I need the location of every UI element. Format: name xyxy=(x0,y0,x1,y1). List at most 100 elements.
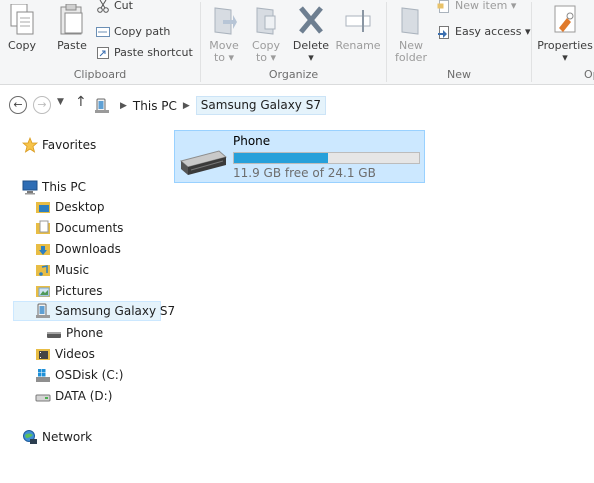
move-to-chevron-icon: ▾ xyxy=(225,51,235,64)
copy-icon xyxy=(10,4,34,35)
star-icon xyxy=(21,136,39,153)
move-to-label-2: to xyxy=(213,51,225,64)
nav-label: Documents xyxy=(55,221,124,235)
copy-label: Copy xyxy=(8,39,36,52)
desktop-folder-icon xyxy=(35,199,51,215)
nav-item-osdisk[interactable]: OSDisk (C:) xyxy=(35,365,123,385)
device-icon xyxy=(35,303,51,319)
up-arrow-icon: ↑ xyxy=(75,94,87,110)
forward-button[interactable]: → xyxy=(33,96,51,114)
breadcrumb: ▶ This PC ▶ Samsung Galaxy S7 xyxy=(114,96,326,115)
address-bar-row: ← → ▼ ↑ ▶ This PC ▶ Samsung Galaxy S7 xyxy=(0,91,594,119)
properties-button[interactable]: Properties ▾ xyxy=(536,4,594,64)
paste-shortcut-label: Paste shortcut xyxy=(114,46,193,59)
easy-access-icon xyxy=(438,26,449,39)
move-to-button[interactable]: Move to ▾ xyxy=(205,4,243,64)
rename-label: Rename xyxy=(335,39,381,52)
nav-item-samsung-galaxy-s7[interactable]: Samsung Galaxy S7 xyxy=(13,301,175,321)
new-folder-label-2: folder xyxy=(395,51,427,64)
hard-drive-icon xyxy=(35,388,51,404)
back-arrow-icon: ← xyxy=(13,98,23,111)
network-icon xyxy=(22,429,38,445)
nav-item-network[interactable]: Network xyxy=(22,427,92,447)
new-item-icon xyxy=(437,0,449,13)
paste-shortcut-icon xyxy=(97,47,109,59)
easy-access-chevron-icon: ▾ xyxy=(521,25,531,38)
drive-usage-fill xyxy=(234,153,328,163)
device-breadcrumb-icon xyxy=(95,98,109,113)
new-folder-icon xyxy=(401,7,419,35)
nav-label: This PC xyxy=(42,180,86,194)
delete-chevron-icon: ▾ xyxy=(308,51,314,64)
nav-label: Music xyxy=(55,263,90,277)
new-item-chevron-icon: ▾ xyxy=(507,0,517,12)
documents-folder-icon xyxy=(35,220,51,236)
nav-item-data[interactable]: DATA (D:) xyxy=(35,386,112,406)
drive-name: Phone xyxy=(233,134,271,148)
new-item-label: New item xyxy=(455,0,508,12)
paste-label: Paste xyxy=(57,39,87,52)
paste-shortcut-button[interactable]: Paste shortcut xyxy=(96,44,193,62)
nav-item-phone[interactable]: Phone xyxy=(46,323,103,343)
nav-label: Videos xyxy=(55,347,95,361)
new-group: New folder New item ▾ Easy access ▾ New xyxy=(387,0,531,84)
clipboard-group-label: Clipboard xyxy=(73,68,127,81)
cut-button[interactable]: Cut xyxy=(96,0,133,15)
copy-path-button[interactable]: Copy path xyxy=(96,23,170,41)
nav-item-videos[interactable]: Videos xyxy=(35,344,95,364)
pictures-folder-icon xyxy=(35,283,51,299)
delete-x-icon xyxy=(299,6,323,34)
nav-item-desktop[interactable]: Desktop xyxy=(35,197,105,217)
nav-label: OSDisk (C:) xyxy=(55,368,124,382)
breadcrumb-separator-icon[interactable]: ▶ xyxy=(120,101,127,111)
organize-group-label: Organize xyxy=(268,68,319,81)
open-group-label: Op xyxy=(584,68,594,81)
open-group: Properties ▾ Op xyxy=(532,0,594,84)
nav-item-documents[interactable]: Documents xyxy=(35,218,123,238)
recent-locations-chevron-icon[interactable]: ▼ xyxy=(57,97,64,107)
copy-button[interactable]: Copy xyxy=(4,4,40,52)
nav-item-this-pc[interactable]: This PC xyxy=(22,177,86,197)
new-folder-button[interactable]: New folder xyxy=(391,4,431,64)
drive-usage-bar xyxy=(233,152,420,164)
nav-label: Samsung Galaxy S7 xyxy=(55,304,176,318)
music-folder-icon xyxy=(35,262,51,278)
breadcrumb-separator-icon[interactable]: ▶ xyxy=(183,101,190,111)
move-to-icon xyxy=(214,7,237,35)
nav-item-favorites[interactable]: Favorites xyxy=(21,135,96,155)
breadcrumb-samsung-galaxy-s7[interactable]: Samsung Galaxy S7 xyxy=(195,96,326,115)
drive-tile-phone[interactable]: Phone 11.9 GB free of 24.1 GB xyxy=(174,130,425,183)
cut-icon xyxy=(97,0,109,13)
nav-label: Network xyxy=(42,430,93,444)
easy-access-label: Easy access xyxy=(455,25,522,38)
drive-icon xyxy=(46,325,62,341)
back-button[interactable]: ← xyxy=(9,96,27,114)
copy-to-chevron-icon: ▾ xyxy=(267,51,277,64)
copy-path-icon xyxy=(96,27,110,37)
easy-access-button[interactable]: Easy access ▾ xyxy=(437,23,531,41)
delete-button[interactable]: Delete ▾ xyxy=(289,4,333,64)
nav-label: Downloads xyxy=(55,242,121,256)
new-item-button[interactable]: New item ▾ xyxy=(437,0,516,15)
up-button[interactable]: ↑ xyxy=(75,94,87,110)
nav-label: Desktop xyxy=(55,200,105,214)
breadcrumb-this-pc[interactable]: This PC xyxy=(133,99,177,113)
downloads-folder-icon xyxy=(35,241,51,257)
paste-button[interactable]: Paste xyxy=(52,4,92,52)
rename-button[interactable]: Rename xyxy=(335,4,381,52)
computer-icon xyxy=(22,179,38,195)
nav-label: Phone xyxy=(66,326,104,340)
cut-label: Cut xyxy=(114,0,133,12)
copy-to-button[interactable]: Copy to ▾ xyxy=(247,4,285,64)
nav-item-pictures[interactable]: Pictures xyxy=(35,281,103,301)
copy-path-label: Copy path xyxy=(114,25,171,38)
nav-item-music[interactable]: Music xyxy=(35,260,89,280)
paste-icon xyxy=(60,4,83,35)
rename-icon xyxy=(345,10,371,32)
clipboard-group: Copy Paste Cut Copy path Paste shortcut … xyxy=(0,0,200,84)
navigation-pane: Favorites This PC Desktop Documents Down… xyxy=(0,130,175,483)
nav-item-downloads[interactable]: Downloads xyxy=(35,239,121,259)
copy-to-icon xyxy=(256,7,276,35)
copy-to-label-2: to xyxy=(255,51,267,64)
nav-label: Pictures xyxy=(55,284,103,298)
